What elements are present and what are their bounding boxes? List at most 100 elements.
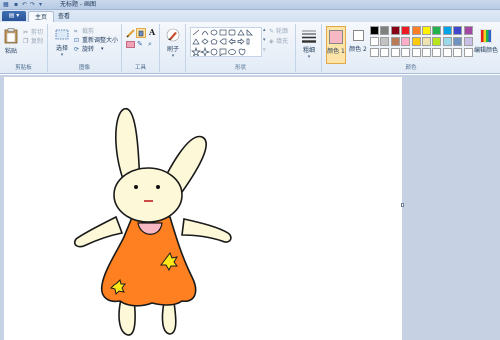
shapes-group: ▴ ▾ ▿ ✎ 轮廓 ◈ 填充 形状	[186, 24, 296, 72]
palette-swatch[interactable]	[442, 48, 452, 57]
save-icon[interactable]: ▪	[14, 1, 18, 9]
rabbit-drawing	[73, 108, 232, 336]
brushes-group: 刷子 ▾	[160, 24, 186, 72]
tab-view[interactable]: 查看	[52, 11, 76, 22]
palette-swatch[interactable]	[422, 26, 431, 35]
palette-swatch[interactable]	[453, 37, 463, 46]
palette-swatch[interactable]	[453, 26, 463, 35]
rabbit-right-eye	[156, 185, 160, 189]
image-group-label: 图像	[78, 65, 90, 71]
size-group: 粗细 ▾	[296, 24, 322, 72]
undo-icon[interactable]: ↶	[22, 1, 27, 9]
shapes-group-label: 形状	[234, 65, 246, 71]
pencil-icon[interactable]	[126, 29, 135, 38]
resize-button[interactable]: 重新调整大小	[82, 37, 118, 44]
palette-swatch[interactable]	[401, 48, 411, 57]
brushes-label: 刷子	[166, 46, 179, 53]
quick-access-dropdown-icon[interactable]: ▾	[39, 1, 42, 9]
select-button[interactable]: 选择 ▾	[52, 26, 72, 58]
title-bar: ▦ ▪ ↶ ↷ ▾ 无标题 - 画图	[0, 0, 500, 10]
paste-button[interactable]: 粘贴	[3, 26, 19, 56]
size-button[interactable]: 粗细 ▾	[299, 26, 319, 62]
outline-icon: ✎	[269, 28, 275, 35]
palette-swatch[interactable]	[370, 48, 379, 57]
colors-group: 颜色 1 颜色 2 编辑颜色 颜色	[322, 24, 500, 72]
palette-swatch[interactable]	[390, 26, 400, 35]
palette-swatch[interactable]	[432, 37, 442, 46]
rotate-dropdown-icon[interactable]: ▾	[101, 46, 104, 53]
palette-swatch[interactable]	[453, 48, 463, 57]
shapes-scroll-down-icon[interactable]: ▾	[263, 37, 266, 43]
clipboard-group: 粘贴 ✂ 剪切 ❐ 复制 剪贴板	[0, 24, 48, 72]
rabbit-head	[113, 167, 183, 223]
drawing-canvas[interactable]	[4, 77, 402, 340]
colors-group-label: 颜色	[405, 65, 417, 71]
palette-swatch[interactable]	[432, 26, 442, 35]
rabbit-right-arm	[181, 218, 232, 243]
color2-button[interactable]: 颜色 2	[348, 26, 368, 64]
color1-label: 颜色 1	[327, 48, 345, 55]
edit-colors-button[interactable]: 编辑颜色	[474, 26, 498, 64]
palette-swatch[interactable]	[432, 48, 442, 57]
palette-swatch[interactable]	[380, 37, 390, 46]
palette-swatch[interactable]	[463, 48, 473, 57]
palette-swatch[interactable]	[370, 26, 379, 35]
palette-swatch[interactable]	[390, 48, 400, 57]
color1-swatch	[329, 30, 343, 44]
color-palette	[370, 26, 474, 60]
outline-button[interactable]: 轮廓	[276, 28, 288, 35]
palette-swatch[interactable]	[463, 26, 473, 35]
brushes-button[interactable]: 刷子 ▾	[163, 26, 183, 60]
palette-swatch[interactable]	[411, 26, 421, 35]
palette-swatch[interactable]	[422, 48, 431, 57]
edit-colors-icon	[479, 28, 493, 44]
text-tool-icon[interactable]: A	[149, 27, 155, 37]
palette-swatch[interactable]	[380, 48, 390, 57]
redo-icon[interactable]: ↷	[30, 1, 35, 9]
tools-group: A ✎ ⌕ 工具	[122, 24, 160, 72]
palette-swatch[interactable]	[401, 26, 411, 35]
palette-swatch[interactable]	[411, 48, 421, 57]
color1-button[interactable]: 颜色 1	[326, 26, 346, 64]
size-dropdown-icon: ▾	[307, 54, 311, 60]
select-label: 选择	[55, 45, 68, 52]
tab-home[interactable]: 主页	[28, 11, 55, 22]
palette-swatch[interactable]	[463, 37, 473, 46]
color2-swatch	[352, 30, 364, 41]
shapes-scroll-up-icon[interactable]: ▴	[263, 27, 266, 33]
shapes-gallery[interactable]	[190, 27, 262, 58]
palette-swatch[interactable]	[401, 37, 411, 46]
shapes-expand-icon[interactable]: ▿	[263, 47, 266, 53]
fill-button[interactable]: 填充	[276, 38, 288, 45]
crop-button[interactable]: 裁剪	[82, 28, 94, 35]
color2-label: 颜色 2	[349, 46, 367, 53]
eraser-icon[interactable]	[126, 41, 135, 48]
shapes-gallery-icons	[191, 29, 253, 58]
fill-bucket-icon[interactable]	[136, 28, 146, 38]
palette-swatch[interactable]	[380, 26, 390, 35]
paint-app-icon[interactable]: ▦	[3, 1, 9, 9]
palette-swatch[interactable]	[442, 26, 452, 35]
canvas-area[interactable]	[0, 75, 500, 340]
palette-swatch[interactable]	[390, 37, 400, 46]
paste-icon	[4, 28, 18, 44]
rabbit-right-leg	[161, 301, 177, 335]
rabbit-left-eye	[134, 185, 138, 189]
magnifier-icon[interactable]: ⌕	[148, 40, 152, 49]
select-icon	[55, 29, 69, 40]
palette-swatch[interactable]	[411, 37, 421, 46]
brush-icon	[166, 28, 180, 42]
palette-swatch[interactable]	[370, 37, 379, 46]
resize-icon: ⊡	[74, 37, 80, 44]
canvas-resize-handle[interactable]	[401, 203, 404, 207]
palette-swatch[interactable]	[442, 37, 452, 46]
rotate-button[interactable]: 旋转	[82, 46, 94, 53]
fill-icon: ◈	[269, 38, 274, 45]
copy-button[interactable]: 复制	[31, 38, 43, 45]
brushes-dropdown-icon: ▾	[171, 53, 175, 59]
ribbon-tab-bar: ▤ ▾ 主页 查看	[0, 10, 500, 22]
color-picker-icon[interactable]: ✎	[137, 40, 143, 48]
app-menu-button[interactable]: ▤ ▾	[2, 11, 26, 21]
palette-swatch[interactable]	[422, 37, 431, 46]
cut-button[interactable]: 剪切	[31, 29, 43, 36]
